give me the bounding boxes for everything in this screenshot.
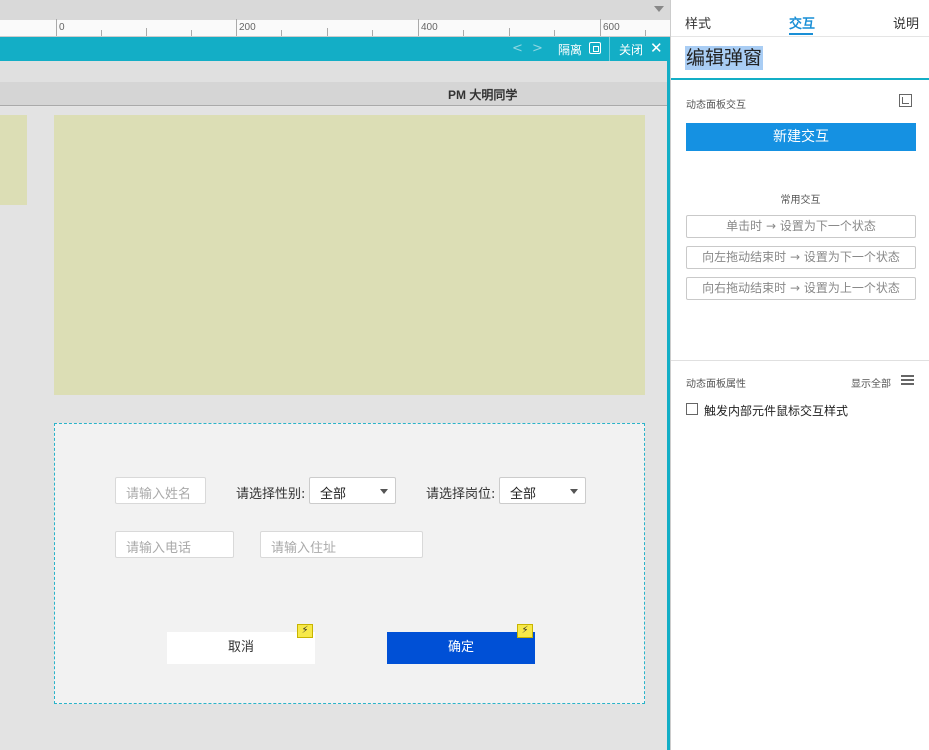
interaction-bolt-icon: ⚡: [517, 624, 533, 638]
ruler-tick: [463, 30, 464, 36]
ruler-tick: [554, 30, 555, 36]
new-interaction-button[interactable]: 新建交互: [686, 123, 916, 151]
widget-name-field[interactable]: 编辑弹窗: [685, 46, 764, 70]
close-icon[interactable]: ✕: [650, 39, 663, 57]
address-input[interactable]: 请输入住址: [260, 531, 423, 558]
ruler-dropdown-icon[interactable]: [654, 6, 664, 12]
common-interaction-click[interactable]: 单击时 → 设置为下一个状态: [686, 215, 916, 238]
post-select-value: 全部: [510, 487, 537, 502]
show-all-link[interactable]: 显示全部: [851, 375, 891, 390]
isolate-button[interactable]: 隔离: [558, 41, 582, 58]
dynamic-panel-edit-dialog[interactable]: 请输入姓名 请选择性别: 全部 请选择岗位: 全部 请输入电话 请输入住址 取消…: [54, 423, 645, 704]
name-input[interactable]: 请输入姓名: [115, 477, 206, 504]
tab-style[interactable]: 样式: [685, 13, 711, 32]
interaction-bolt-icon: ⚡: [297, 624, 313, 638]
placeholder-panel[interactable]: [54, 115, 645, 395]
ruler-scale: 0 200 400 600: [0, 19, 670, 37]
active-tab-indicator: [789, 33, 813, 35]
next-state-icon[interactable]: >: [532, 41, 543, 56]
ruler-tick: [327, 28, 328, 36]
panel-interaction-heading: 动态面板交互: [686, 100, 746, 111]
prev-state-icon[interactable]: <: [512, 41, 523, 56]
confirm-button[interactable]: 确定: [387, 632, 535, 664]
ruler-tick: [56, 19, 57, 36]
ruler-tick: [509, 28, 510, 36]
design-canvas[interactable]: 0 200 400 600 < > 隔离 关闭 ✕ PM 大明同学 请输入姓名 …: [0, 0, 670, 750]
menu-icon[interactable]: [901, 375, 914, 385]
toolbar-divider: [609, 37, 610, 61]
phone-input[interactable]: 请输入电话: [115, 531, 234, 558]
canvas-margin: [0, 61, 667, 82]
user-name: PM 大明同学: [448, 88, 518, 102]
ruler-tick: [645, 30, 646, 36]
ruler-tick: [191, 30, 192, 36]
gender-label: 请选择性别:: [236, 487, 306, 502]
common-interaction-drag-right[interactable]: 向右拖动结束时 → 设置为上一个状态: [686, 277, 916, 300]
post-select[interactable]: 全部: [499, 477, 586, 504]
isolation-toolbar: < > 隔离 关闭 ✕: [0, 37, 670, 61]
horizontal-ruler: 0 200 400 600: [0, 0, 670, 37]
ruler-label: 200: [239, 22, 256, 33]
isolate-icon[interactable]: [589, 42, 601, 54]
ruler-tick: [146, 28, 147, 36]
ruler-tick: [600, 19, 601, 36]
page-header-bar: PM 大明同学: [0, 82, 667, 106]
ruler-label: 600: [603, 22, 620, 33]
placeholder-block[interactable]: [0, 115, 27, 205]
ruler-tick: [236, 19, 237, 36]
ruler-tick: [418, 19, 419, 36]
common-interaction-drag-left[interactable]: 向左拖动结束时 → 设置为下一个状态: [686, 246, 916, 269]
tab-interaction[interactable]: 交互: [789, 13, 815, 32]
close-button[interactable]: 关闭: [619, 41, 643, 58]
ruler-label: 0: [59, 22, 65, 33]
section-divider: [671, 360, 929, 361]
widget-name-row: 编辑弹窗: [671, 37, 929, 80]
ruler-tick: [101, 30, 102, 36]
ruler-label: 400: [421, 22, 438, 33]
cancel-button[interactable]: 取消: [167, 632, 315, 664]
ruler-tick: [281, 30, 282, 36]
expand-icon[interactable]: [899, 94, 912, 107]
ruler-tick: [372, 30, 373, 36]
tab-notes[interactable]: 说明: [893, 13, 919, 32]
gender-select[interactable]: 全部: [309, 477, 396, 504]
chevron-down-icon: [380, 489, 388, 494]
panel-properties-heading: 动态面板属性: [686, 379, 746, 390]
post-label: 请选择岗位:: [426, 487, 496, 502]
inspector-panel: 样式 交互 说明 编辑弹窗 动态面板交互 新建交互 常用交互 单击时 → 设置为…: [670, 0, 929, 750]
chevron-down-icon: [570, 489, 578, 494]
checkbox[interactable]: [686, 403, 698, 415]
common-interactions-heading: 常用交互: [780, 195, 821, 206]
checkbox-label: 触发内部元件鼠标交互样式: [704, 404, 849, 418]
gender-select-value: 全部: [320, 487, 347, 502]
